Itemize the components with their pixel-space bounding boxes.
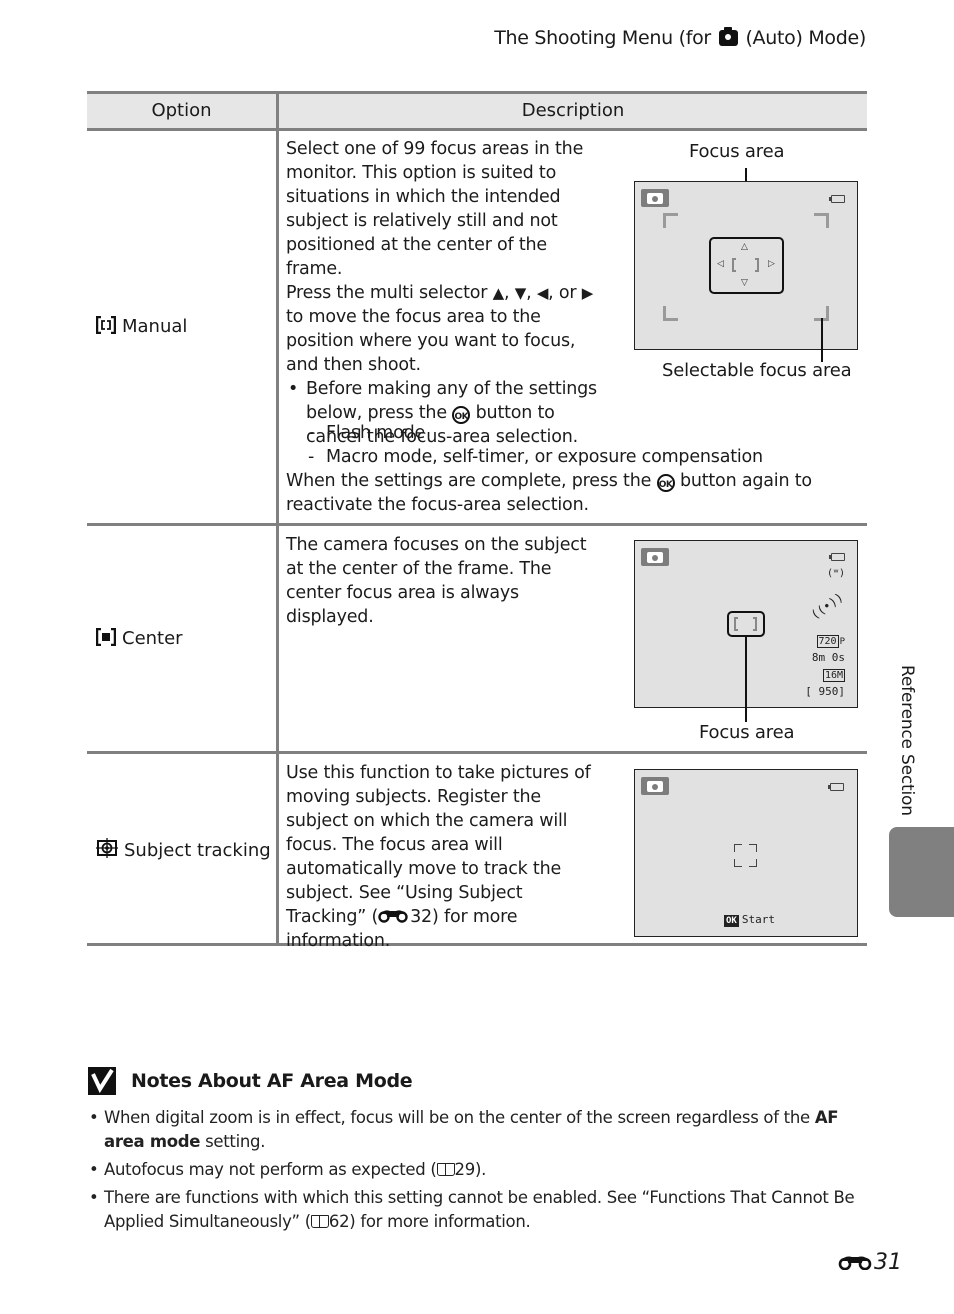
camera-screen-subject-tracking: OK Start [634, 769, 858, 937]
running-head-prefix: The Shooting Menu (for [494, 27, 711, 49]
description-intro: Select one of 99 focus areas in the moni… [286, 139, 584, 279]
book-icon [436, 1163, 455, 1176]
page-number: 31 [838, 1250, 902, 1275]
row-divider [87, 751, 867, 754]
description-cell: Select one of 99 focus areas in the moni… [286, 137, 601, 449]
sub-item: Flash mode [286, 421, 866, 445]
running-head: The Shooting Menu (for (Auto) Mode) [494, 27, 866, 49]
exposures-remaining: [ 950] [805, 685, 845, 698]
up-arrow-icon: ▲ [492, 284, 505, 302]
left-arrow-icon: ◀ [536, 284, 549, 302]
column-divider [276, 91, 279, 946]
check-icon [88, 1067, 116, 1095]
tracking-frame-corner [749, 859, 757, 867]
center-focus-area [727, 611, 765, 637]
leader-line [821, 318, 823, 362]
focus-bracket [732, 258, 736, 272]
tracking-frame-corner [734, 844, 742, 852]
description-cell: The camera focuses on the subject at the… [286, 535, 587, 627]
callout-focus-area: Focus area [699, 722, 795, 743]
callout-focus-area: Focus area [689, 141, 785, 162]
note-item: When digital zoom is in effect, focus wi… [87, 1106, 879, 1154]
leader-line [745, 636, 747, 722]
running-head-suffix: (Auto) Mode) [745, 27, 866, 49]
row-divider [87, 523, 867, 526]
shooting-mode-icon [641, 777, 669, 795]
motion-detection-icon: ((•)) [808, 589, 846, 623]
focus-area-corner [814, 213, 829, 228]
camera-auto-icon [718, 27, 738, 46]
focus-bracket [734, 617, 738, 631]
selected-focus-area: △ ▽ ◁ ▷ [709, 237, 784, 294]
callout-selectable-focus-area: Selectable focus area [662, 360, 852, 381]
center-focus-area-icon [95, 627, 117, 651]
option-cell-manual: Manual [95, 315, 188, 339]
camera-screen-manual: △ ▽ ◁ ▷ [634, 181, 858, 350]
tracking-frame-corner [734, 859, 742, 867]
option-label: Subject tracking [124, 840, 271, 861]
option-label: Center [122, 628, 183, 649]
battery-icon [829, 195, 845, 203]
focus-area-corner [663, 213, 678, 228]
subject-tracking-icon [96, 838, 118, 863]
book-icon [310, 1215, 329, 1228]
table-header: Option Description [87, 91, 867, 131]
manual-focus-area-icon [95, 315, 117, 339]
right-arrow-icon: ▶ [581, 284, 594, 302]
ok-start-prompt: OK Start [724, 913, 775, 927]
focus-area-corner [663, 306, 678, 321]
section-tab[interactable] [889, 827, 954, 917]
sub-item: Macro mode, self-timer, or exposure comp… [286, 445, 866, 469]
notes-title: Notes About AF Area Mode [131, 1070, 413, 1092]
movie-mode-indicator: 720 P [816, 635, 845, 648]
description-cell-continued: Flash mode Macro mode, self-timer, or ex… [286, 421, 866, 517]
left-arrow-icon: ◁ [717, 259, 724, 269]
down-arrow-icon: ▼ [514, 284, 527, 302]
option-cell-subject-tracking: Subject tracking [96, 838, 271, 863]
option-cell-center: Center [95, 627, 183, 651]
battery-icon [828, 783, 844, 791]
up-arrow-icon: △ [741, 242, 748, 252]
column-header-description: Description [521, 100, 625, 121]
focus-bracket [755, 258, 759, 272]
note-item: Autofocus may not perform as expected (2… [87, 1158, 879, 1182]
reference-section-icon [378, 906, 408, 923]
side-tab-label: Reference Section [897, 665, 917, 816]
description-cell: Use this function to take pictures of mo… [286, 763, 591, 951]
right-arrow-icon: ▷ [768, 259, 775, 269]
image-mode-indicator: 16M [822, 669, 845, 682]
shooting-mode-icon [641, 548, 669, 566]
battery-icon [829, 553, 845, 561]
note-item: There are functions with which this sett… [87, 1186, 864, 1234]
ok-button-icon: OK [656, 474, 675, 492]
column-header-option: Option [151, 100, 212, 121]
shooting-mode-icon [641, 189, 669, 207]
option-label: Manual [122, 316, 188, 337]
focus-bracket [753, 617, 757, 631]
down-arrow-icon: ▽ [741, 278, 748, 288]
vr-icon: (ʷ) [826, 568, 845, 579]
description-outro: When the settings are complete, press th… [286, 471, 812, 515]
reference-section-icon [838, 1251, 872, 1271]
tracking-frame-corner [749, 844, 757, 852]
description-press: Press the multi selector ▲, ▼, ◀, or ▶ t… [286, 283, 594, 375]
remaining-movie-time: 8m 0s [811, 651, 845, 664]
